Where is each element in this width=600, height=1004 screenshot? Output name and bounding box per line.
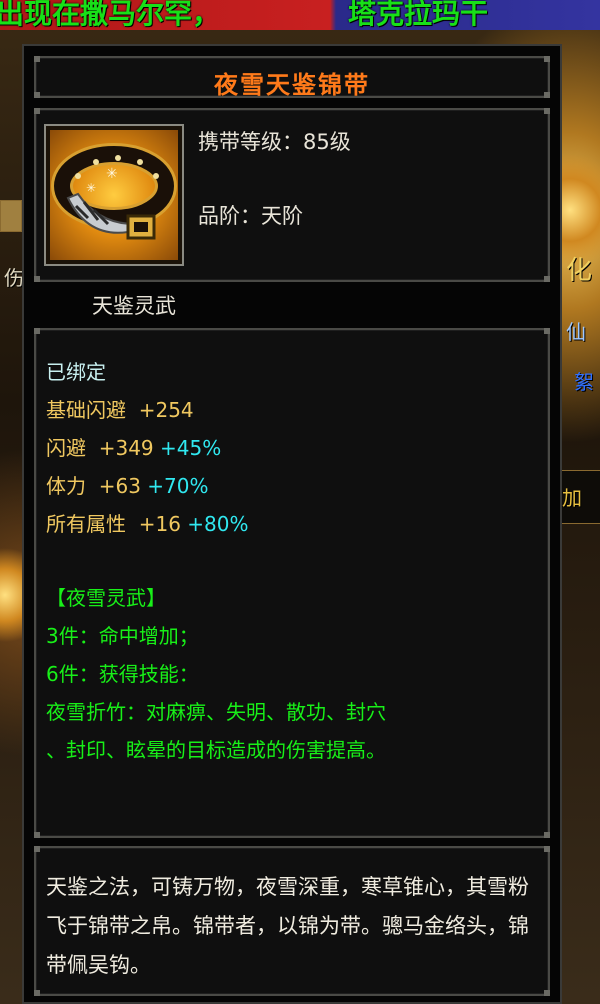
bg-text-4: 加 [562, 486, 582, 510]
bg-text-3: 絮 [574, 370, 594, 394]
title-panel: 夜雪天鉴锦带 [34, 56, 550, 99]
set-skill-line-1: 夜雪折竹：对麻痹、失明、散功、封穴 [46, 700, 386, 724]
description-panel: 天鉴之法，可铸万物，夜雪深重，寒草锥心，其雪粉飞于锦带之帛。锦带者，以锦为带。骢… [34, 846, 550, 996]
carry-level: 携带等级：85级 [198, 130, 351, 154]
item-name: 夜雪天鉴锦带 [214, 70, 370, 99]
item-category: 天鉴灵武 [92, 294, 176, 318]
bg-text-5: 伤 [4, 266, 24, 290]
item-tooltip: 夜雪天鉴锦带 ✳ ✳ 携带等级：85级 品阶：天阶 天鉴灵武 已绑定 基础闪避 … [22, 44, 562, 1004]
belt-icon: ✳ ✳ [44, 124, 184, 266]
set-skill-line-2: 、封印、眩晕的目标造成的伤害提高。 [46, 738, 386, 762]
info-panel: ✳ ✳ 携带等级：85级 品阶：天阶 [34, 108, 550, 282]
stats-panel: 已绑定 基础闪避 +254 闪避 +349 +45% 体力 +63 +70% 所… [34, 328, 550, 838]
svg-text:✳: ✳ [106, 166, 118, 182]
bg-text-1: 化 [566, 256, 593, 286]
side-button-left[interactable] [0, 200, 22, 232]
banner-text-left: 出现在撒马尔罕， [0, 0, 221, 30]
stat-line: 基础闪避 +254 [46, 398, 194, 422]
bound-status: 已绑定 [46, 360, 106, 384]
svg-text:✳: ✳ [86, 181, 96, 195]
set-bonus-3: 3件：命中增加； [46, 624, 199, 648]
set-bonus-6: 6件：获得技能： [46, 662, 199, 686]
stat-line: 所有属性 +16 +80% [46, 512, 249, 536]
stat-line: 体力 +63 +70% [46, 474, 209, 498]
item-description: 天鉴之法，可铸万物，夜雪深重，寒草锥心，其雪粉飞于锦带之帛。锦带者，以锦为带。骢… [46, 875, 529, 977]
set-name: 【夜雪灵武】 [46, 586, 166, 610]
announcement-banner: 出现在撒马尔罕， 塔克拉玛干 [0, 0, 600, 30]
bg-text-2: 仙 [566, 320, 586, 344]
item-grade: 品阶：天阶 [198, 204, 303, 228]
stat-line: 闪避 +349 +45% [46, 436, 222, 460]
banner-text-right: 塔克拉玛干 [348, 0, 489, 30]
